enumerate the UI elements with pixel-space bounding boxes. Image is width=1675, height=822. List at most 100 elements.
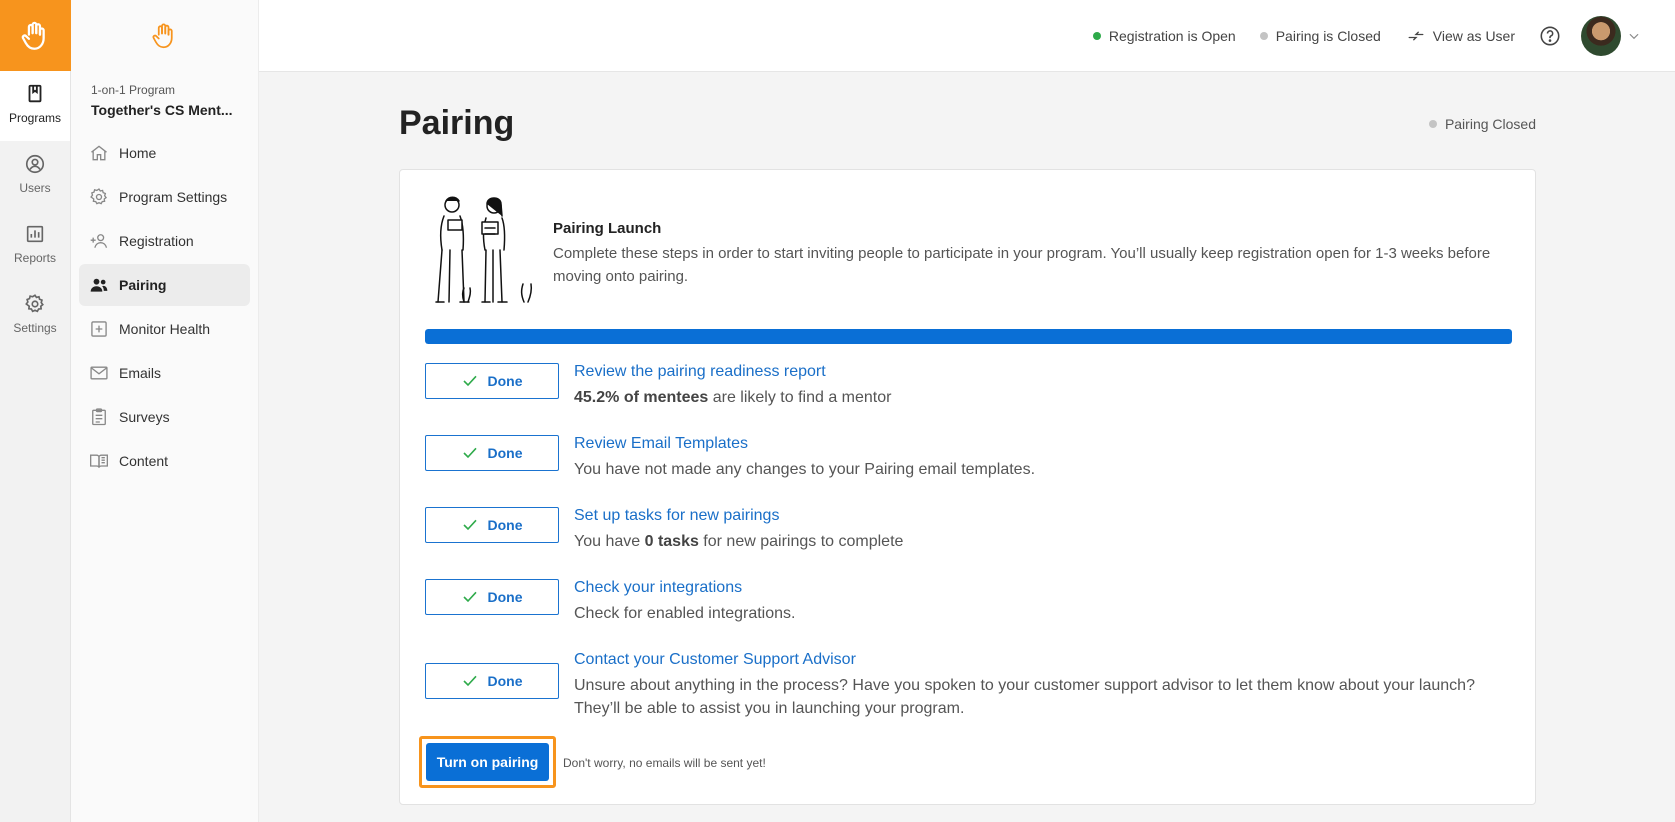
status-dot-open [1092,32,1101,40]
sidebar-item-content[interactable]: Content [79,440,250,482]
step-link-email-templates[interactable]: Review Email Templates [574,435,748,453]
launch-description: Complete these steps in order to start i… [553,245,1491,285]
task-count: 0 tasks [644,533,699,550]
launch-title: Pairing Launch [553,220,662,237]
rail-item-label: Programs [8,111,61,125]
rail-item-label: Users [19,181,51,195]
rail-item-programs[interactable]: Programs [0,71,70,141]
pairing-closed-badge: Pairing Closed [1428,116,1536,132]
pairing-launch-card: Pairing Launch Complete these steps in o… [399,169,1536,805]
program-sidebar: 1-on-1 Program Together's CS Ment... Hom… [71,0,259,822]
wave-hand-icon [21,21,45,50]
open-book-icon [90,454,108,468]
plus-square-icon [91,321,107,337]
sidebar-item-home[interactable]: Home [79,132,250,174]
app-rail: Programs Users Reports Settings [0,0,71,822]
launch-progress-bar [425,329,1512,344]
gear-icon [25,294,44,313]
sidebar-item-label: Content [119,453,169,469]
turn-on-pairing-highlight: Turn on pairing [419,736,556,788]
program-name[interactable]: Together's CS Ment... [71,97,258,118]
sidebar-item-monitor-health[interactable]: Monitor Health [79,308,250,350]
rail-item-label: Reports [13,251,57,265]
status-dot-closed [1259,32,1268,40]
step-description-rest: for new pairings to complete [698,533,904,550]
rail-item-users[interactable]: Users [0,141,70,211]
step-link-integrations[interactable]: Check your integrations [574,579,742,597]
step-description-pre: You have [574,533,645,550]
app-logo[interactable] [0,0,71,71]
sidebar-item-label: Registration [119,233,194,249]
program-logo [71,0,258,71]
book-icon [28,84,42,103]
sidebar-item-registration[interactable]: Registration [79,220,250,262]
done-button[interactable]: Done [425,507,559,543]
user-circle-icon [25,154,45,174]
step-description: 45.2% of mentees are likely to find a me… [574,386,1514,409]
rail-item-reports[interactable]: Reports [0,211,70,281]
view-as-user-button[interactable]: View as User [1407,27,1515,45]
step-link-readiness-report[interactable]: Review the pairing readiness report [574,363,826,381]
top-bar: Registration is Open Pairing is Closed V… [259,0,1675,72]
check-icon [462,447,477,459]
done-button[interactable]: Done [425,435,559,471]
envelope-icon [90,366,108,380]
step-description: Unsure about anything in the process? Ha… [574,677,1475,717]
sidebar-item-pairing[interactable]: Pairing [79,264,250,306]
rail-item-settings[interactable]: Settings [0,281,70,351]
gear-icon [90,188,108,205]
sidebar-item-surveys[interactable]: Surveys [79,396,250,438]
sidebar-item-label: Program Settings [119,189,228,205]
check-icon [462,675,477,687]
done-label: Done [487,517,523,533]
page-title: Pairing [399,104,515,142]
pairing-status-label: Pairing is Closed [1275,28,1381,44]
user-avatar[interactable] [1581,16,1621,56]
pairing-closed-label: Pairing Closed [1444,116,1536,132]
rail-item-label: Settings [13,321,57,335]
view-as-user-label: View as User [1432,28,1515,44]
program-type-label: 1-on-1 Program [91,83,176,97]
turn-on-pairing-button[interactable]: Turn on pairing [426,743,549,781]
sidebar-item-label: Surveys [119,409,170,425]
turn-on-note: Don't worry, no emails will be sent yet! [563,756,766,770]
step-description-rest: are likely to find a mentor [708,389,892,406]
bar-chart-icon [26,225,44,243]
sidebar-item-label: Monitor Health [119,321,211,337]
done-label: Done [487,373,523,389]
pairing-status: Pairing is Closed [1259,28,1381,44]
status-dot-closed [1428,120,1437,128]
chevron-down-icon[interactable] [1627,29,1641,43]
clipboard-icon [92,408,106,426]
done-label: Done [487,445,523,461]
step-link-support-advisor[interactable]: Contact your Customer Support Advisor [574,651,856,669]
sidebar-item-emails[interactable]: Emails [79,352,250,394]
people-icon [90,278,108,292]
step-description: You have not made any changes to your Pa… [574,461,1036,478]
two-people-illustration [435,196,533,303]
home-icon [91,145,107,161]
registration-status-label: Registration is Open [1108,28,1236,44]
sidebar-item-label: Home [119,145,157,161]
check-icon [462,519,477,531]
done-button[interactable]: Done [425,579,559,615]
done-label: Done [487,673,523,689]
wave-hand-icon [152,23,173,48]
sidebar-item-label: Emails [119,365,162,381]
sidebar-item-program-settings[interactable]: Program Settings [79,176,250,218]
program-nav: Home Program Settings Registration Pairi… [71,132,258,482]
sidebar-item-label: Pairing [119,277,167,293]
step-link-pairing-tasks[interactable]: Set up tasks for new pairings [574,507,779,525]
mentee-percent: 45.2% of mentees [574,389,709,406]
done-button[interactable]: Done [425,363,559,399]
help-icon[interactable] [1539,25,1561,47]
done-button[interactable]: Done [425,663,559,699]
check-icon [462,591,477,603]
person-add-icon [90,234,108,248]
switch-arrows-icon [1408,31,1424,41]
step-description: Check for enabled integrations. [574,605,796,622]
done-label: Done [487,589,523,605]
step-description: You have 0 tasks for new pairings to com… [574,530,1514,553]
launch-progress-fill [425,329,1512,344]
registration-status: Registration is Open [1092,28,1236,44]
